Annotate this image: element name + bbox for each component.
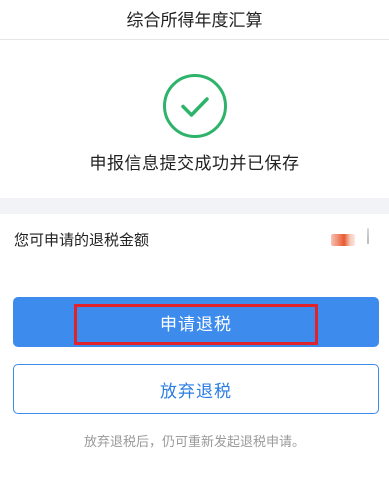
refund-amount-value	[331, 228, 369, 246]
success-message: 申报信息提交成功并已保存	[89, 154, 300, 174]
check-circle-icon	[163, 74, 227, 138]
redacted-amount-mark	[367, 228, 369, 244]
refund-amount-label: 您可申请的退税金额	[14, 231, 150, 249]
refund-amount-row: 您可申请的退税金额	[0, 214, 389, 264]
header-bar: 综合所得年度汇算	[0, 0, 389, 40]
redacted-amount	[331, 234, 355, 246]
give-up-refund-button[interactable]: 放弃退税	[13, 364, 379, 414]
success-panel: 申报信息提交成功并已保存	[0, 40, 389, 198]
action-panel: 申请退税 放弃退税 放弃退税后，仍可重新发起退税申请。	[0, 264, 389, 483]
page-title: 综合所得年度汇算	[126, 11, 263, 31]
give-up-hint: 放弃退税后，仍可重新发起退税申请。	[83, 435, 305, 450]
apply-refund-button[interactable]: 申请退税	[13, 297, 379, 347]
